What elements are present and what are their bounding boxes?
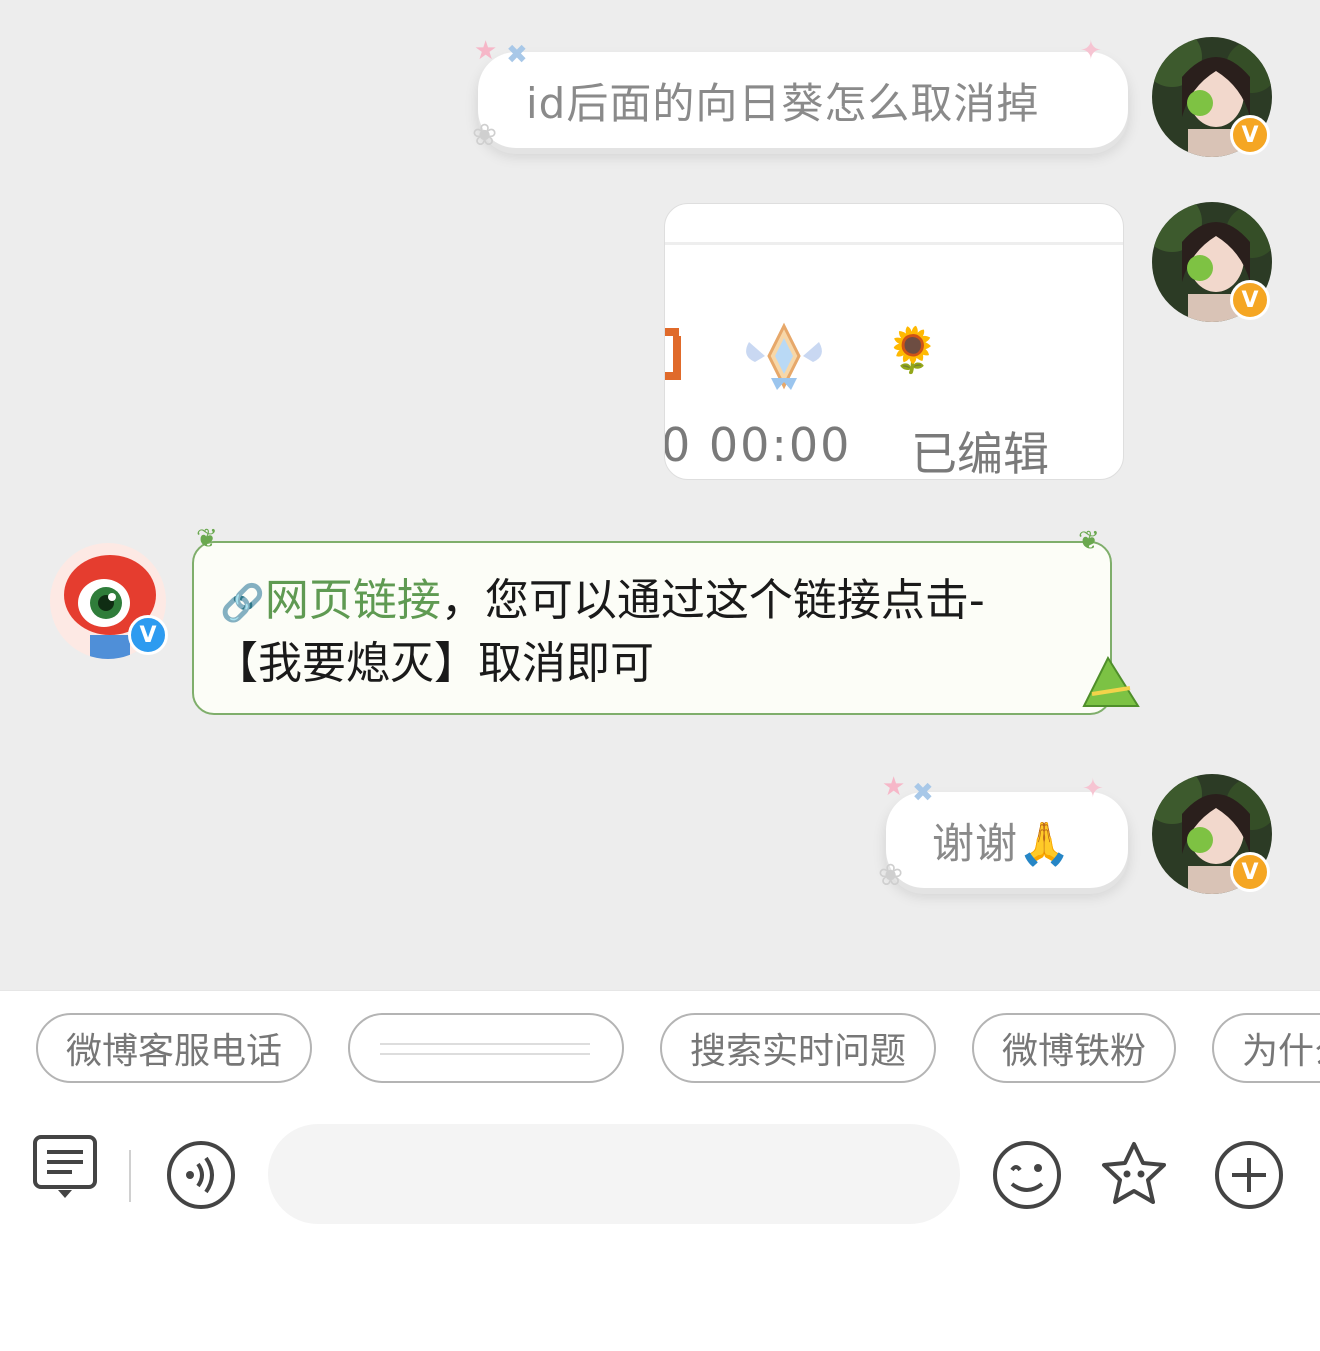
- quick-reply-bar: 微博客服电话 搜索实时问题 微博铁粉 为什么: [0, 990, 1320, 1100]
- star-decoration-icon: ★: [882, 772, 906, 802]
- star-face-icon[interactable]: [1098, 1138, 1170, 1210]
- message-text: ，您可以通过这个链接点击-: [440, 575, 985, 626]
- quick-reply-chip[interactable]: 为什么: [1212, 1013, 1320, 1083]
- cross-decoration-icon: ✖: [912, 778, 934, 808]
- paw-decoration-icon: ❀: [472, 118, 498, 153]
- chat-area: id后面的向日葵怎么取消掉 ★ ✖ ✦ ❀ V 🌻 0 00:00 已编辑 V …: [0, 0, 1320, 990]
- message-bubble-3[interactable]: 🔗网页链接，您可以通过这个链接点击- 【我要熄灭】取消即可: [192, 541, 1112, 715]
- quick-reply-chip[interactable]: 微博客服电话: [36, 1013, 312, 1083]
- chip-label: 为什么: [1242, 1031, 1320, 1072]
- message-text: 谢谢🙏: [932, 818, 1072, 868]
- verified-badge-icon: V: [1230, 280, 1270, 320]
- user-avatar[interactable]: V: [1152, 37, 1272, 157]
- zongzi-icon: [1082, 655, 1140, 707]
- verified-badge-icon: V: [1230, 115, 1270, 155]
- leaf-decoration-icon: ❦: [1078, 526, 1100, 556]
- message-text: id后面的向日葵怎么取消掉: [526, 78, 1040, 128]
- leaf-decoration-icon: ❦: [196, 524, 218, 554]
- input-toolbar: [0, 1100, 1320, 1351]
- quick-reply-chip[interactable]: [348, 1013, 624, 1083]
- message-line-1: 🔗网页链接，您可以通过这个链接点击-: [220, 571, 1090, 634]
- chip-label: 微博客服电话: [65, 1031, 282, 1072]
- user-avatar[interactable]: V: [1152, 774, 1272, 894]
- badge-icon: [746, 322, 822, 390]
- quick-reply-chip[interactable]: 搜索实时问题: [660, 1013, 936, 1083]
- edited-label: 已编辑: [911, 427, 1049, 480]
- web-link[interactable]: 网页链接: [265, 575, 441, 626]
- chip-label: 微博铁粉: [1001, 1031, 1146, 1072]
- quick-reply-chip[interactable]: 微博铁粉: [972, 1013, 1176, 1083]
- paw-decoration-icon: ❀: [878, 858, 904, 893]
- sunflower-icon: 🌻: [885, 325, 940, 376]
- menu-icon[interactable]: [32, 1134, 98, 1204]
- verified-badge-icon: V: [128, 615, 168, 655]
- voice-icon[interactable]: [166, 1140, 236, 1210]
- message-input[interactable]: [268, 1124, 960, 1224]
- message-bubble-1[interactable]: id后面的向日葵怎么取消掉: [478, 52, 1128, 148]
- chip-label: 搜索实时问题: [689, 1031, 906, 1072]
- divider: [665, 242, 1123, 245]
- verified-badge-icon: V: [1230, 852, 1270, 892]
- plus-icon[interactable]: [1214, 1140, 1284, 1210]
- message-line-2: 【我要熄灭】取消即可: [214, 638, 654, 689]
- screenshot-card[interactable]: 🌻 0 00:00 已编辑: [664, 203, 1124, 480]
- star-decoration-icon: ✦: [1082, 774, 1104, 804]
- time-text: 0 00:00: [664, 418, 852, 472]
- cross-decoration-icon: ✖: [506, 40, 528, 70]
- user-avatar[interactable]: V: [1152, 202, 1272, 322]
- divider: [129, 1150, 131, 1202]
- blurred-text: [380, 1043, 590, 1055]
- star-decoration-icon: ★: [474, 36, 498, 66]
- star-decoration-icon: ✦: [1080, 36, 1102, 66]
- official-avatar[interactable]: V: [50, 543, 168, 659]
- emoji-icon[interactable]: [992, 1140, 1062, 1210]
- cropped-character: [665, 328, 681, 380]
- link-icon: 🔗: [220, 583, 265, 624]
